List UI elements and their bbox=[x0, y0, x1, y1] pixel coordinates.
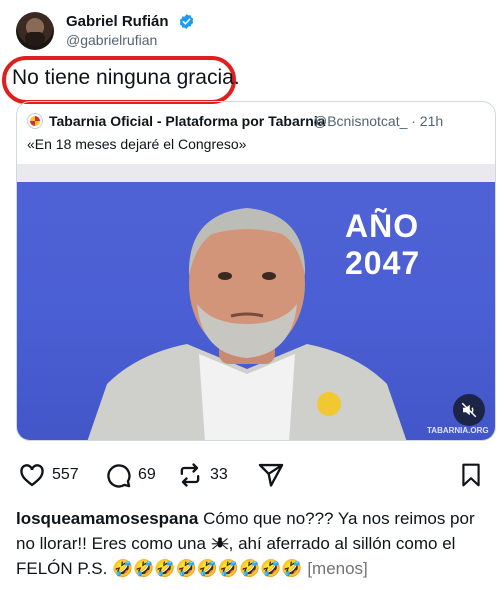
author-name[interactable]: Gabriel Rufián bbox=[66, 13, 169, 30]
quoted-handle-time: @Bcnisnotcat_ · 21h bbox=[313, 113, 444, 129]
action-bar: 557 69 33 bbox=[0, 452, 504, 498]
save-button[interactable] bbox=[458, 452, 484, 498]
speaker-muted-icon bbox=[461, 402, 477, 418]
spider-icon bbox=[211, 537, 228, 550]
mute-button[interactable] bbox=[453, 394, 485, 426]
caption-emojis: 🤣🤣🤣🤣🤣🤣🤣🤣🤣 bbox=[112, 559, 303, 578]
tweet: Gabriel Rufián @gabrielrufian No tiene n… bbox=[0, 0, 504, 448]
repost-icon bbox=[180, 463, 200, 487]
quoted-media-image[interactable]: AÑO 2047 TABARNIA.ORG bbox=[17, 164, 495, 440]
media-watermark: TABARNIA.ORG bbox=[427, 426, 489, 435]
share-button[interactable] bbox=[256, 452, 286, 498]
comment-icon bbox=[107, 464, 131, 488]
repost-button[interactable]: 33 bbox=[176, 452, 228, 498]
send-icon bbox=[258, 463, 284, 487]
quoted-author-name[interactable]: Tabarnia Oficial - Plataforma por Tabarn… bbox=[49, 113, 325, 129]
quoted-tweet[interactable]: Tabarnia Oficial - Plataforma por Tabarn… bbox=[16, 101, 496, 441]
author-handle[interactable]: @gabrielrufian bbox=[66, 32, 157, 48]
like-button[interactable]: 557 bbox=[18, 452, 79, 498]
bookmark-icon bbox=[462, 463, 480, 487]
comment-button[interactable]: 69 bbox=[104, 452, 156, 498]
less-link[interactable]: [menos] bbox=[307, 559, 367, 578]
media-overlay-text: AÑO 2047 bbox=[345, 208, 421, 281]
quoted-tweet-text: «En 18 meses dejaré el Congreso» bbox=[27, 136, 247, 152]
caption-username[interactable]: losqueamamosespana bbox=[16, 509, 198, 528]
quoted-author-avatar[interactable] bbox=[27, 113, 43, 129]
like-count: 557 bbox=[52, 466, 79, 483]
verified-badge-icon bbox=[179, 14, 194, 29]
author-avatar[interactable] bbox=[16, 12, 54, 50]
heart-icon bbox=[20, 464, 44, 487]
post-caption: losqueamamosespana Cómo que no??? Ya nos… bbox=[16, 506, 496, 581]
repost-count: 33 bbox=[210, 466, 228, 483]
comment-count: 69 bbox=[138, 466, 156, 483]
tweet-text: No tiene ninguna gracia. bbox=[12, 66, 240, 89]
